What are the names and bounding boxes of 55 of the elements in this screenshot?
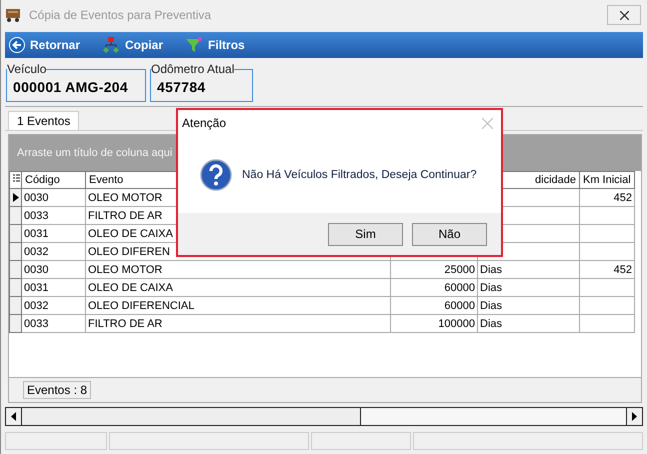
table-cell: Dias bbox=[478, 260, 580, 278]
group-hint: Arraste um título de coluna aqui bbox=[17, 147, 172, 159]
dialog-button[interactable]: Sim bbox=[328, 222, 403, 246]
table-cell: 0032 bbox=[22, 296, 86, 314]
close-icon bbox=[620, 10, 628, 20]
row-indicator[interactable] bbox=[10, 188, 22, 206]
list-icon bbox=[13, 174, 20, 183]
table-cell: 0031 bbox=[22, 224, 86, 242]
table-cell: 25000 bbox=[390, 260, 478, 278]
funnel-icon bbox=[185, 36, 204, 54]
toolbar-button[interactable]: Copiar bbox=[102, 36, 164, 54]
current-row-icon bbox=[13, 193, 19, 202]
hierarchy-icon bbox=[102, 36, 120, 54]
truck-icon bbox=[5, 7, 23, 23]
table-cell: OLEO DE CAIXA bbox=[86, 278, 390, 296]
table-cell: 0030 bbox=[22, 260, 86, 278]
table-cell: 60000 bbox=[390, 278, 478, 296]
window-title: Cópia de Eventos para Preventiva bbox=[29, 8, 212, 22]
table-cell: 60000 bbox=[390, 296, 478, 314]
column-header[interactable]: Km Inicial bbox=[580, 172, 634, 188]
left-arrow-icon bbox=[11, 412, 16, 421]
scroll-thumb[interactable] bbox=[22, 408, 361, 425]
table-cell: FILTRO DE AR bbox=[86, 314, 390, 332]
dialog-title: Atenção bbox=[182, 116, 226, 130]
table-cell: 0030 bbox=[22, 188, 86, 206]
table-cell: 100000 bbox=[390, 314, 478, 332]
question-icon bbox=[200, 158, 232, 190]
scroll-right-button[interactable] bbox=[626, 408, 642, 425]
dialog-button[interactable]: Não bbox=[412, 222, 487, 246]
table-cell: Dias bbox=[478, 296, 580, 314]
field-label: Odômetro Atual bbox=[151, 62, 234, 76]
table-cell: 0032 bbox=[22, 242, 86, 260]
table-cell: OLEO MOTOR bbox=[86, 260, 390, 278]
table-cell: 0031 bbox=[22, 278, 86, 296]
tab[interactable]: 1 Eventos bbox=[8, 111, 80, 130]
field-value: 000001 AMG-204 bbox=[13, 79, 129, 95]
table-cell: 0033 bbox=[22, 314, 86, 332]
table-cell: 452 bbox=[580, 260, 634, 278]
column-header[interactable]: Código bbox=[22, 172, 86, 188]
toolbar-button[interactable]: Retornar bbox=[9, 37, 80, 53]
table-cell: Dias bbox=[478, 278, 580, 296]
table-cell: OLEO DIFERENCIAL bbox=[86, 296, 390, 314]
right-arrow-icon bbox=[632, 412, 637, 421]
table-cell: 452 bbox=[580, 188, 634, 206]
close-button[interactable] bbox=[607, 5, 641, 25]
column-chooser[interactable] bbox=[10, 172, 22, 188]
table-cell: Dias bbox=[478, 314, 580, 332]
table-cell: 0033 bbox=[22, 206, 86, 224]
dialog-message: Não Há Veículos Filtrados, Deseja Continuar? bbox=[242, 168, 477, 180]
field-value: 457784 bbox=[157, 79, 207, 95]
horizontal-scrollbar[interactable] bbox=[5, 407, 643, 426]
field-label: Veículo bbox=[7, 62, 46, 76]
scroll-left-button[interactable] bbox=[6, 408, 22, 425]
event-count: Eventos : 8 bbox=[23, 381, 92, 399]
toolbar-button[interactable]: Filtros bbox=[185, 36, 245, 54]
